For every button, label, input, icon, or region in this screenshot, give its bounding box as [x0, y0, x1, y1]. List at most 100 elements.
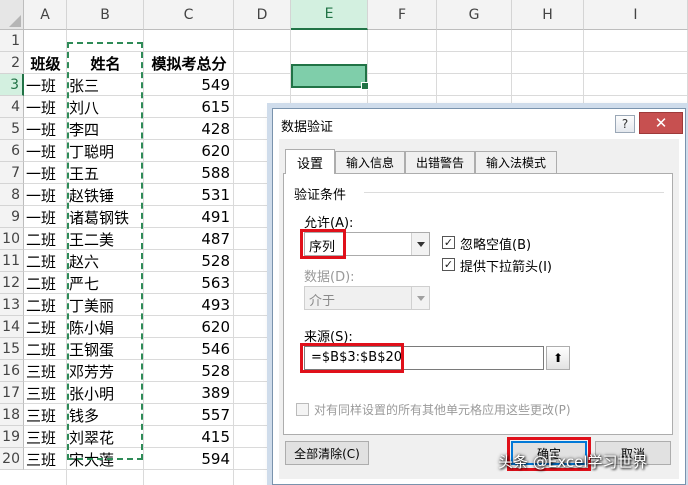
select-all-corner[interactable]	[0, 0, 24, 30]
row-header-20[interactable]: 20	[0, 448, 24, 470]
cell-class[interactable]: 三班	[24, 426, 67, 448]
allow-label: 允许(A):	[304, 216, 354, 231]
row-header-12[interactable]: 12	[0, 272, 24, 294]
dialog-titlebar[interactable]: 数据验证 ? ✕	[273, 109, 685, 139]
cell-score[interactable]: 549	[144, 74, 234, 96]
cell-score[interactable]: 528	[144, 360, 234, 382]
cell-score[interactable]: 620	[144, 316, 234, 338]
cell-class[interactable]: 一班	[24, 140, 67, 162]
section-title: 验证条件	[294, 188, 347, 203]
cell-score[interactable]: 487	[144, 228, 234, 250]
header-cell-score[interactable]: 模拟考总分	[144, 52, 234, 74]
cell-score[interactable]: 493	[144, 294, 234, 316]
cell-score[interactable]: 620	[144, 140, 234, 162]
ignore-blank-checkbox[interactable]: ✓	[442, 236, 455, 249]
cell-class[interactable]: 二班	[24, 272, 67, 294]
column-header-c[interactable]: C	[144, 0, 234, 30]
allow-select-value: 序列	[309, 240, 336, 255]
cell-score[interactable]: 491	[144, 206, 234, 228]
cell-class[interactable]: 一班	[24, 118, 67, 140]
cell-score[interactable]: 546	[144, 338, 234, 360]
ignore-blank-label: 忽略空值(B)	[460, 238, 532, 253]
cell-score[interactable]: 557	[144, 404, 234, 426]
cell-class[interactable]: 一班	[24, 96, 67, 118]
cell-class[interactable]: 一班	[24, 184, 67, 206]
cell-class[interactable]: 三班	[24, 448, 67, 470]
row-header-14[interactable]: 14	[0, 316, 24, 338]
row-header-5[interactable]: 5	[0, 118, 24, 140]
column-header-h[interactable]: H	[512, 0, 584, 30]
cell-class[interactable]: 三班	[24, 382, 67, 404]
source-input-value: =$B$3:$B$20	[311, 350, 403, 365]
row-header-8[interactable]: 8	[0, 184, 24, 206]
tab-ime-mode[interactable]: 输入法模式	[475, 151, 557, 173]
dropdown-arrow-checkbox[interactable]: ✓	[442, 258, 455, 271]
help-button[interactable]: ?	[615, 115, 635, 133]
row-header-7[interactable]: 7	[0, 162, 24, 184]
column-header-i[interactable]: I	[584, 0, 688, 30]
data-label: 数据(D):	[304, 270, 355, 285]
row-header-11[interactable]: 11	[0, 250, 24, 272]
row-header-17[interactable]: 17	[0, 382, 24, 404]
column-header-d[interactable]: D	[234, 0, 291, 30]
cell-class[interactable]: 一班	[24, 206, 67, 228]
row-header-18[interactable]: 18	[0, 404, 24, 426]
cell-class[interactable]: 二班	[24, 338, 67, 360]
copy-range-marquee	[67, 42, 143, 460]
row-header-16[interactable]: 16	[0, 360, 24, 382]
row-header-1[interactable]: 1	[0, 30, 24, 52]
column-header-b[interactable]: B	[67, 0, 144, 30]
header-cell-class[interactable]: 班级	[24, 52, 67, 74]
cell-class[interactable]: 一班	[24, 74, 67, 96]
allow-select[interactable]: 序列	[304, 232, 430, 256]
cell-score[interactable]: 428	[144, 118, 234, 140]
source-label: 来源(S):	[304, 330, 353, 345]
row-header-10[interactable]: 10	[0, 228, 24, 250]
dialog-body: 设置 输入信息 出错警告 输入法模式 验证条件 允许(A): 序列 数据(D):…	[279, 139, 679, 479]
cell-score[interactable]: 531	[144, 184, 234, 206]
row-header-9[interactable]: 9	[0, 206, 24, 228]
watermark-text: 头条 @Excel学习世界	[498, 453, 648, 471]
column-header-f[interactable]: F	[368, 0, 437, 30]
close-button[interactable]: ✕	[639, 112, 683, 134]
data-select: 介于	[304, 286, 430, 310]
column-header-e[interactable]: E	[291, 0, 368, 30]
row-header-13[interactable]: 13	[0, 294, 24, 316]
chevron-down-icon	[411, 287, 429, 309]
collapse-arrow-icon: ⬆	[552, 351, 564, 365]
tab-settings[interactable]: 设置	[285, 149, 335, 174]
active-cell-e3[interactable]	[291, 64, 369, 90]
section-divider	[364, 192, 664, 193]
cell-score[interactable]: 415	[144, 426, 234, 448]
cell-class[interactable]: 二班	[24, 294, 67, 316]
tab-error-alert[interactable]: 出错警告	[405, 151, 475, 173]
cell-class[interactable]: 一班	[24, 162, 67, 184]
cell-score[interactable]: 615	[144, 96, 234, 118]
dropdown-arrow-label: 提供下拉箭头(I)	[460, 260, 552, 275]
row-header-4[interactable]: 4	[0, 96, 24, 118]
source-input[interactable]: =$B$3:$B$20	[304, 346, 544, 370]
cell-class[interactable]: 二班	[24, 228, 67, 250]
data-select-value: 介于	[309, 294, 336, 309]
row-header-3[interactable]: 3	[0, 74, 24, 96]
chevron-down-icon[interactable]	[411, 233, 429, 255]
row-header-6[interactable]: 6	[0, 140, 24, 162]
column-header-g[interactable]: G	[437, 0, 512, 30]
row-header-2[interactable]: 2	[0, 52, 24, 74]
cell-class[interactable]: 三班	[24, 360, 67, 382]
cell-score[interactable]: 588	[144, 162, 234, 184]
row-header-15[interactable]: 15	[0, 338, 24, 360]
cell-class[interactable]: 二班	[24, 316, 67, 338]
column-header-a[interactable]: A	[24, 0, 67, 30]
range-picker-button[interactable]: ⬆	[546, 346, 570, 370]
tab-input-message[interactable]: 输入信息	[335, 151, 405, 173]
cell-score[interactable]: 389	[144, 382, 234, 404]
dialog-title: 数据验证	[281, 120, 334, 135]
row-header-19[interactable]: 19	[0, 426, 24, 448]
cell-score[interactable]: 594	[144, 448, 234, 470]
cell-score[interactable]: 563	[144, 272, 234, 294]
cell-class[interactable]: 三班	[24, 404, 67, 426]
clear-all-button[interactable]: 全部清除(C)	[285, 441, 369, 465]
cell-score[interactable]: 528	[144, 250, 234, 272]
cell-class[interactable]: 二班	[24, 250, 67, 272]
